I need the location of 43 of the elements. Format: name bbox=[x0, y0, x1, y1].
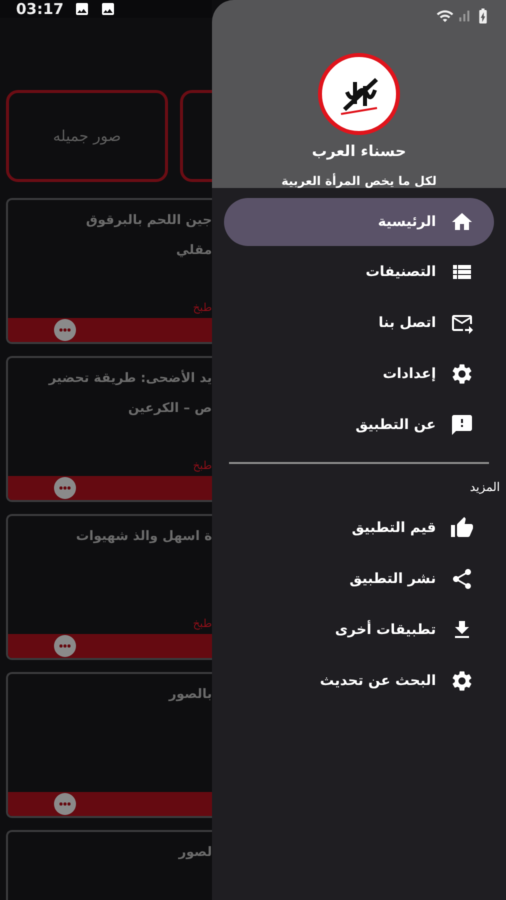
status-time: 03:17 bbox=[16, 0, 64, 18]
more-icon bbox=[59, 802, 71, 806]
category-tag: طبخ bbox=[192, 459, 212, 472]
article-title: ص – الكرعين bbox=[128, 400, 212, 418]
settings-icon bbox=[450, 668, 474, 692]
more-button[interactable] bbox=[54, 319, 76, 341]
image-icon bbox=[74, 1, 90, 17]
more-button[interactable] bbox=[54, 635, 76, 657]
article-card[interactable]: بالصور bbox=[6, 672, 212, 818]
article-title: بالصور bbox=[168, 686, 212, 704]
share-icon bbox=[450, 566, 474, 590]
article-card[interactable]: جين اللحم بالبرقوق مقلي طبخ bbox=[6, 198, 212, 344]
thumbs-up-icon bbox=[450, 516, 474, 540]
article-card[interactable]: ة اسهل والذ شهيوات طبخ bbox=[6, 514, 212, 660]
section-label: المزيد bbox=[470, 480, 500, 494]
more-button[interactable] bbox=[54, 477, 76, 499]
app-subtitle: لكل ما يخص المرأة العربية bbox=[281, 174, 437, 188]
image-icon bbox=[100, 1, 116, 17]
category-tag: طبخ bbox=[192, 617, 212, 630]
more-icon bbox=[59, 328, 71, 332]
menu-item[interactable]: نشر التطبيق bbox=[224, 553, 494, 604]
message-icon bbox=[450, 412, 474, 436]
app-title: حسناء العرب bbox=[312, 142, 406, 160]
menu-item[interactable]: الرئيسية bbox=[224, 198, 494, 246]
article-title: يد الأضحى: طريقة تحضير bbox=[48, 368, 212, 388]
logo-icon bbox=[317, 52, 401, 136]
article-title: ة اسهل والذ شهيوات bbox=[76, 528, 212, 546]
category-tag: طبخ bbox=[192, 301, 212, 314]
menu-item[interactable]: قيم التطبيق bbox=[224, 502, 494, 553]
article-title: لصور bbox=[178, 844, 212, 862]
menu-item[interactable]: عن التطبيق bbox=[224, 399, 494, 450]
menu-item[interactable]: البحث عن تحديث bbox=[224, 655, 494, 706]
menu-item[interactable]: التصنيفات bbox=[224, 246, 494, 297]
article-card[interactable]: يد الأضحى: طريقة تحضير ص – الكرعين طبخ bbox=[6, 356, 212, 502]
menu-item[interactable]: اتصل بنا bbox=[224, 297, 494, 348]
article-title: مقلي bbox=[176, 242, 212, 260]
more-button[interactable] bbox=[54, 793, 76, 815]
article-title: جين اللحم بالبرقوق bbox=[86, 212, 212, 230]
settings-icon bbox=[450, 362, 474, 386]
more-icon bbox=[59, 644, 71, 648]
menu-item[interactable]: تطبيقات أخرى bbox=[224, 604, 494, 655]
more-icon bbox=[59, 486, 71, 490]
menu-item[interactable]: إعدادات bbox=[224, 348, 494, 399]
